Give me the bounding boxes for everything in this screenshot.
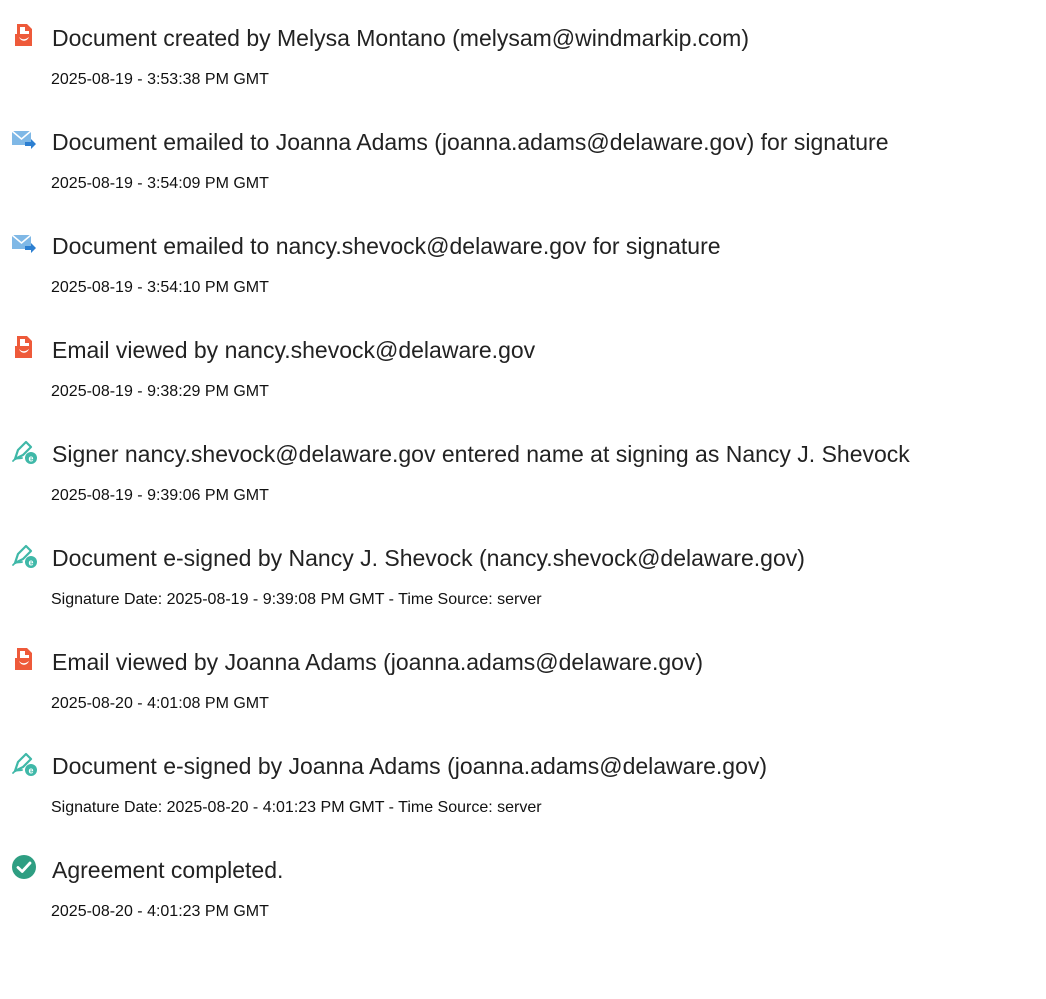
- audit-event: e Signer nancy.shevock@delaware.gov ente…: [0, 437, 1046, 527]
- event-title: Signer nancy.shevock@delaware.gov entere…: [52, 441, 910, 467]
- event-timestamp: 2025-08-20 - 4:01:08 PM GMT: [51, 695, 269, 712]
- e-signature-icon: e: [10, 749, 38, 777]
- e-signature-icon: e: [10, 437, 38, 465]
- event-signature-date: Signature Date: 2025-08-20 - 4:01:23 PM …: [51, 799, 542, 816]
- event-timestamp: 2025-08-19 - 3:54:10 PM GMT: [51, 279, 269, 296]
- audit-event: Document emailed to Joanna Adams (joanna…: [0, 125, 1046, 215]
- event-timestamp: 2025-08-20 - 4:01:23 PM GMT: [51, 903, 269, 920]
- event-title: Document created by Melysa Montano (mely…: [52, 25, 749, 51]
- audit-event: Document emailed to nancy.shevock@delawa…: [0, 229, 1046, 319]
- svg-text:e: e: [28, 558, 33, 568]
- completed-check-icon: [10, 853, 38, 881]
- svg-text:e: e: [28, 766, 33, 776]
- event-timestamp: 2025-08-19 - 9:38:29 PM GMT: [51, 383, 269, 400]
- email-sent-icon: [10, 125, 38, 153]
- audit-event: e Document e-signed by Joanna Adams (joa…: [0, 749, 1046, 839]
- event-timestamp: 2025-08-19 - 9:39:06 PM GMT: [51, 487, 269, 504]
- event-title: Agreement completed.: [52, 857, 284, 883]
- event-title: Email viewed by Joanna Adams (joanna.ada…: [52, 649, 704, 675]
- audit-history-page: { "colors": { "document_icon": "#ee5a3a"…: [0, 0, 1046, 999]
- event-title: Document emailed to Joanna Adams (joanna…: [52, 129, 889, 155]
- event-signature-date: Signature Date: 2025-08-19 - 9:39:08 PM …: [51, 591, 542, 608]
- document-icon: [10, 21, 38, 49]
- audit-event: Document created by Melysa Montano (mely…: [0, 21, 1046, 111]
- event-title: Document emailed to nancy.shevock@delawa…: [52, 233, 721, 259]
- e-signature-icon: e: [10, 541, 38, 569]
- event-title: Document e-signed by Joanna Adams (joann…: [52, 753, 768, 779]
- audit-event: Email viewed by nancy.shevock@delaware.g…: [0, 333, 1046, 423]
- audit-event: Email viewed by Joanna Adams (joanna.ada…: [0, 645, 1046, 735]
- document-icon: [10, 645, 38, 673]
- audit-event: e Document e-signed by Nancy J. Shevock …: [0, 541, 1046, 631]
- event-title: Document e-signed by Nancy J. Shevock (n…: [52, 545, 805, 571]
- document-icon: [10, 333, 38, 361]
- svg-text:e: e: [28, 454, 33, 464]
- event-timestamp: 2025-08-19 - 3:53:38 PM GMT: [51, 71, 269, 88]
- event-title: Email viewed by nancy.shevock@delaware.g…: [52, 337, 536, 363]
- email-sent-icon: [10, 229, 38, 257]
- event-timestamp: 2025-08-19 - 3:54:09 PM GMT: [51, 175, 269, 192]
- audit-event: Agreement completed. 2025-08-20 - 4:01:2…: [0, 853, 1046, 943]
